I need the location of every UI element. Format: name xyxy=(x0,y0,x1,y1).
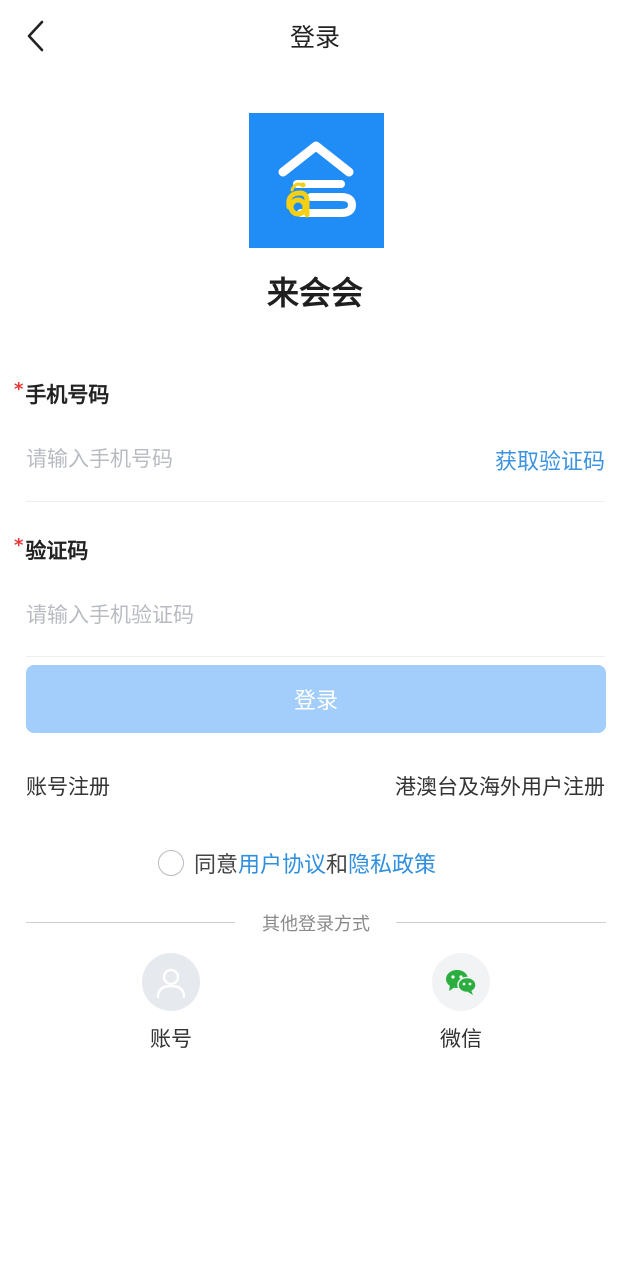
login-button[interactable]: 登录 xyxy=(26,665,606,733)
phone-input[interactable] xyxy=(26,444,446,474)
agreement-row: 同意 用户协议和隐私政策 xyxy=(158,846,436,880)
agreement-prefix: 同意 xyxy=(194,853,239,878)
get-code-button[interactable]: 获取验证码 xyxy=(495,444,605,476)
other-login-divider: 其他登录方式 xyxy=(26,910,606,936)
agreement-and: 和 xyxy=(326,853,349,878)
code-label-text: 验证码 xyxy=(25,539,89,563)
phone-divider xyxy=(26,501,605,502)
code-input[interactable] xyxy=(26,600,586,630)
wechat-login-option[interactable]: 微信 xyxy=(401,953,521,1053)
app-name: 来会会 xyxy=(266,274,363,312)
wechat-login-label: 微信 xyxy=(440,1027,482,1051)
wechat-icon xyxy=(432,953,490,1011)
overseas-register-link[interactable]: 港澳台及海外用户注册 xyxy=(395,771,605,801)
register-link[interactable]: 账号注册 xyxy=(26,771,110,801)
login-page: 登录 来会会 *手机号码 获取验证码 *验证码 登录 账号注册 港澳台及海外用户… xyxy=(0,0,630,1280)
phone-label: *手机号码 xyxy=(14,379,109,409)
divider-right xyxy=(396,922,606,923)
phone-label-text: 手机号码 xyxy=(25,383,110,407)
code-divider xyxy=(26,656,605,657)
account-login-option[interactable]: 账号 xyxy=(111,953,231,1053)
header: 登录 xyxy=(0,0,630,72)
code-label: *验证码 xyxy=(14,535,88,565)
app-logo-mark xyxy=(278,141,356,218)
page-title: 登录 xyxy=(289,23,340,52)
user-icon xyxy=(142,953,200,1011)
required-mark: * xyxy=(14,535,24,556)
privacy-policy-link[interactable]: 隐私政策 xyxy=(348,847,436,879)
agreement-checkbox[interactable] xyxy=(158,850,184,876)
other-login-title: 其他登录方式 xyxy=(262,914,370,935)
app-logo xyxy=(249,113,384,248)
required-mark: * xyxy=(14,379,24,400)
account-login-label: 账号 xyxy=(150,1027,192,1051)
user-agreement-link[interactable]: 用户协议 xyxy=(238,847,326,879)
